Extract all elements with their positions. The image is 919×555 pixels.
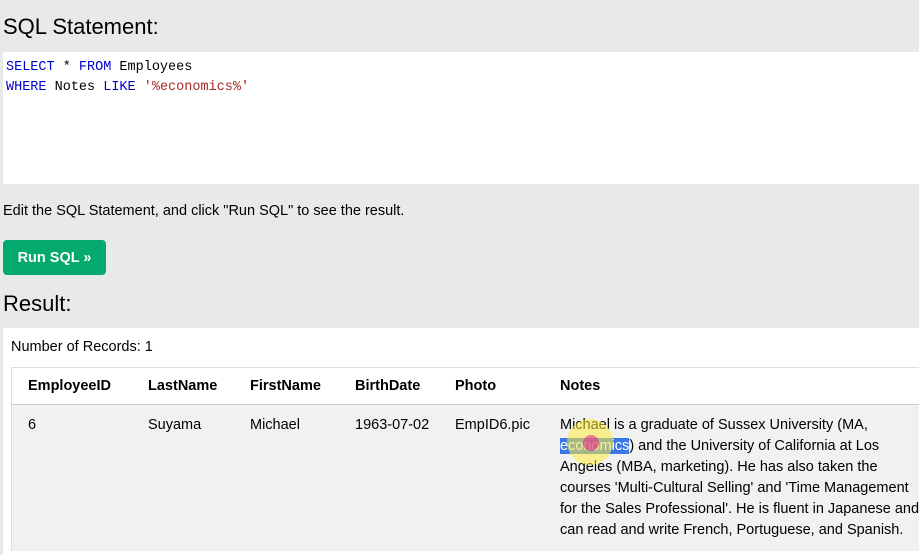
sql-star: * <box>54 60 79 75</box>
table-row: 6 Suyama Michael 1963-07-02 EmpID6.pic M… <box>11 404 919 551</box>
notes-selected-text[interactable]: economics <box>560 438 630 454</box>
result-heading: Result: <box>3 291 72 316</box>
table-header-row: EmployeeID LastName FirstName BirthDate … <box>11 367 919 405</box>
header-photo: Photo <box>439 367 544 405</box>
cell-birthdate: 1963-07-02 <box>339 404 439 551</box>
header-notes: Notes <box>544 367 919 405</box>
keyword-where: WHERE <box>6 80 47 95</box>
cell-photo: EmpID6.pic <box>439 404 544 551</box>
cell-lastname: Suyama <box>132 404 234 551</box>
sql-editor[interactable]: SELECT * FROM Employees WHERE Notes LIKE… <box>3 52 919 184</box>
record-count: Number of Records: 1 <box>11 339 153 355</box>
result-panel: Number of Records: 1 EmployeeID LastName… <box>3 328 919 555</box>
keyword-from: FROM <box>78 60 112 75</box>
keyword-select: SELECT <box>6 60 55 75</box>
cell-firstname: Michael <box>234 404 339 551</box>
cell-notes[interactable]: Michael is a graduate of Sussex Universi… <box>544 404 919 551</box>
sql-line-1: SELECT * FROM Employees <box>6 60 192 75</box>
sql-space <box>136 80 144 95</box>
keyword-like: LIKE <box>103 80 136 95</box>
sql-statement-heading: SQL Statement: <box>3 14 159 39</box>
run-sql-button[interactable]: Run SQL » <box>3 240 106 275</box>
header-birthdate: BirthDate <box>339 367 439 405</box>
header-employeeid: EmployeeID <box>11 367 132 405</box>
header-lastname: LastName <box>132 367 234 405</box>
notes-text-before: Michael is a graduate of Sussex Universi… <box>560 417 868 433</box>
header-firstname: FirstName <box>234 367 339 405</box>
instruction-text: Edit the SQL Statement, and click "Run S… <box>3 203 405 219</box>
cell-employeeid: 6 <box>11 404 132 551</box>
sql-column-name: Notes <box>46 80 104 95</box>
result-table: EmployeeID LastName FirstName BirthDate … <box>11 367 919 551</box>
sql-pattern-string: '%economics%' <box>143 80 250 95</box>
sql-line-2: WHERE Notes LIKE '%economics%' <box>6 80 249 95</box>
sql-table-name: Employees <box>111 60 193 75</box>
